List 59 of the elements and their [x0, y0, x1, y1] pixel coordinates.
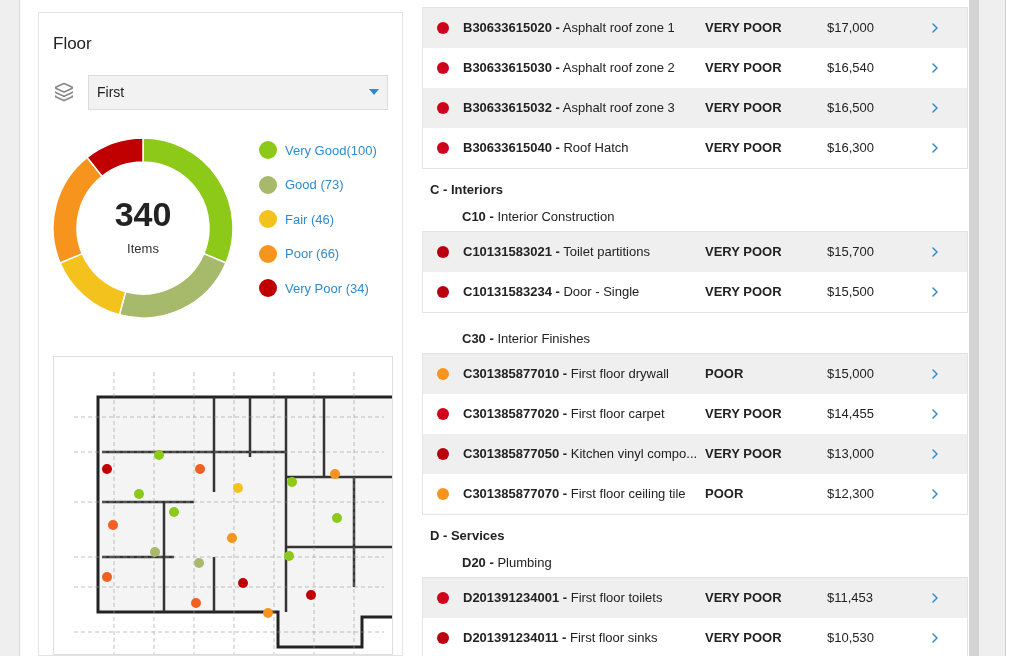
item-row[interactable]: B30633615032 - Asphalt roof zone 3 VERY POOR $16,500	[423, 88, 967, 128]
item-row[interactable]: C10131583021 - Toilet partitions VERY POOR $15,700	[423, 232, 967, 272]
item-row[interactable]: C301385877050 - Kitchen vinyl compo... VERY POOR $13,000	[423, 434, 967, 474]
total-count: 340	[114, 196, 172, 231]
card-title: Floor	[53, 33, 93, 55]
condition-label: VERY POOR	[705, 445, 783, 464]
legend-link[interactable]: Fair (46)	[285, 209, 335, 229]
condition-label: VERY POOR	[705, 99, 783, 118]
condition-label: VERY POOR	[705, 405, 783, 424]
legend-link[interactable]: Poor (66)	[285, 244, 340, 264]
cost-value: $12,300	[827, 485, 875, 504]
item-row[interactable]: C301385877010 - First floor drywall POOR $15,000	[423, 354, 967, 394]
dropdown-caret-icon	[369, 89, 379, 95]
condition-label: VERY POOR	[705, 59, 783, 78]
floor-select[interactable]: First	[88, 74, 388, 110]
item-label: C301385877010 - First floor drywall	[463, 365, 670, 384]
cost-value: $15,000	[827, 365, 875, 384]
condition-label: POOR	[705, 365, 745, 384]
condition-label: VERY POOR	[705, 19, 783, 38]
cost-value: $17,000	[827, 19, 875, 38]
total-label: Items	[127, 239, 159, 258]
item-label: D201391234011 - First floor sinks	[463, 629, 659, 648]
legend-link[interactable]: Good (73)	[285, 175, 344, 195]
item-label: B30633615030 - Asphalt roof zone 2	[463, 59, 676, 78]
group-title: C10 - Interior Construction	[462, 208, 615, 227]
cost-value: $15,500	[827, 283, 875, 302]
item-label: D201391234001 - First floor toilets	[463, 589, 664, 608]
legend-link[interactable]: Very Poor (34)	[285, 278, 369, 298]
group-title: C30 - Interior Finishes	[462, 330, 590, 349]
cost-value: $15,700	[827, 243, 875, 262]
cost-value: $14,455	[827, 405, 875, 424]
item-row[interactable]: D201391234001 - First floor toilets VERY POOR $11,453	[423, 578, 967, 618]
condition-label: VERY POOR	[705, 629, 783, 648]
item-label: B30633615020 - Asphalt roof zone 1	[463, 19, 676, 38]
legend-link[interactable]: Very Good(100)	[285, 140, 377, 160]
cost-value: $16,500	[827, 99, 875, 118]
cost-value: $13,000	[827, 445, 875, 464]
condition-label: POOR	[705, 485, 745, 504]
cost-value: $11,453	[827, 589, 875, 608]
layers-icon	[54, 82, 74, 102]
scrollbar[interactable]	[969, 0, 979, 656]
cost-value: $16,300	[827, 139, 875, 158]
condition-label: VERY POOR	[705, 589, 783, 608]
item-label: C301385877050 - Kitchen vinyl compo...	[463, 445, 699, 464]
item-label: B30633615032 - Asphalt roof zone 3	[463, 99, 676, 118]
item-label: C10131583021 - Toilet partitions	[463, 243, 651, 262]
cost-value: $16,540	[827, 59, 875, 78]
item-label: B30633615040 - Roof Hatch	[463, 139, 630, 158]
item-label: C10131583234 - Door - Single	[463, 283, 641, 302]
condition-label: VERY POOR	[705, 243, 783, 262]
section-title: C - Interiors	[430, 180, 503, 199]
item-row[interactable]: B30633615020 - Asphalt roof zone 1 VERY POOR $17,000	[423, 8, 967, 48]
item-label: C301385877020 - First floor carpet	[463, 405, 666, 424]
condition-label: VERY POOR	[705, 283, 783, 302]
item-label: C301385877070 - First floor ceiling tile	[463, 485, 687, 504]
section-title: D - Services	[430, 526, 505, 545]
condition-label: VERY POOR	[705, 139, 783, 158]
cost-value: $10,530	[827, 629, 875, 648]
group-title: D20 - Plumbing	[462, 554, 552, 573]
